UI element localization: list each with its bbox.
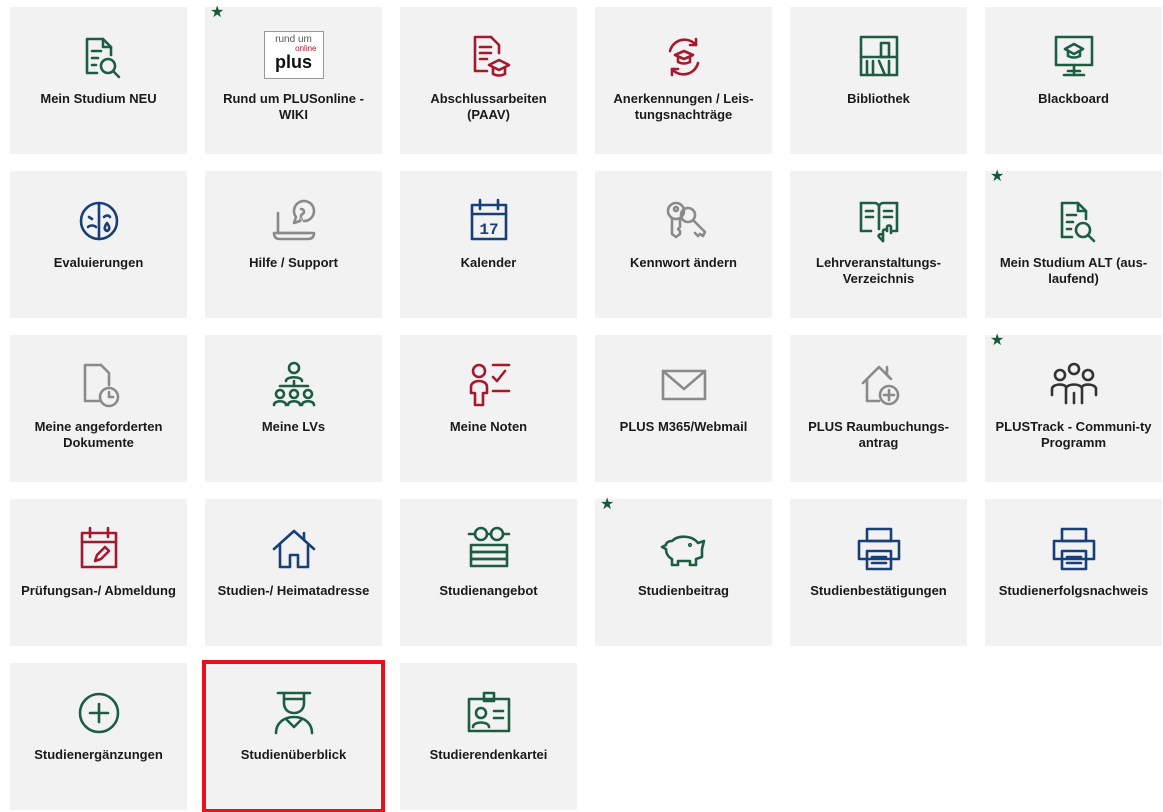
tile-meine-lvs[interactable]: Meine LVs (205, 335, 382, 482)
favorite-star-icon[interactable]: ★ (210, 5, 224, 21)
exam-calendar-icon (73, 523, 125, 575)
printer-icon (853, 523, 905, 575)
tile-studienerfolgsnachweis[interactable]: Studienerfolgsnachweis (985, 499, 1162, 646)
tile-label: Meine angeforderten Dokumente (34, 419, 163, 450)
tile-label: Blackboard (1038, 91, 1109, 106)
grades-checklist-icon (463, 359, 515, 411)
tile-studien-heimatadresse[interactable]: Studien-/ Heimatadresse (205, 499, 382, 646)
tile-label: Bibliothek (847, 91, 910, 106)
tile-anerkennungen[interactable]: Anerkennungen / Leis-tungsnachträge (595, 7, 772, 154)
tile-plus-m365-webmail[interactable]: PLUS M365/Webmail (595, 335, 772, 482)
keys-icon (658, 195, 710, 247)
tile-label: Rund um PLUSonline - WIKI (223, 91, 364, 122)
tile-label: Studierendenkartei (429, 747, 548, 762)
piggy-bank-icon (658, 523, 710, 575)
tile-abschlussarbeiten[interactable]: Abschlussarbeiten (PAAV) (400, 7, 577, 154)
tile-label: Studienbestätigungen (810, 583, 947, 598)
help-support-icon (268, 195, 320, 247)
tile-label: Studienangebot (439, 583, 538, 598)
tile-label: PLUS Raumbuchungs-antrag (808, 419, 949, 450)
tile-label: Lehrveranstaltungs-Verzeichnis (816, 255, 941, 286)
tile-label: Anerkennungen / Leis-tungsnachträge (613, 91, 754, 122)
tile-label: Mein Studium NEU (40, 91, 157, 106)
tile-lehrveranstaltungs-verzeichnis[interactable]: Lehrveranstaltungs-Verzeichnis (790, 171, 967, 318)
svg-text:17: 17 (479, 221, 498, 239)
plus-circle-icon (73, 687, 125, 739)
tile-label: Kalender (460, 255, 517, 270)
evaluation-faces-icon (73, 195, 125, 247)
tile-studienueberblick[interactable]: Studienüberblick (202, 660, 385, 812)
tile-label: Prüfungsan-/ Abmeldung (21, 583, 176, 598)
id-card-icon (463, 687, 515, 739)
tile-evaluierungen[interactable]: Evaluierungen (10, 171, 187, 318)
recognition-cycle-icon (658, 31, 710, 83)
library-icon (853, 31, 905, 83)
tile-studienbestaetigungen[interactable]: Studienbestätigungen (790, 499, 967, 646)
community-icon (1048, 359, 1100, 411)
tile-label: PLUS M365/Webmail (619, 419, 748, 434)
mail-icon (658, 359, 710, 411)
tile-pruefungsan-abmeldung[interactable]: Prüfungsan-/ Abmeldung (10, 499, 187, 646)
tile-meine-noten[interactable]: Meine Noten (400, 335, 577, 482)
tile-label: Kennwort ändern (630, 255, 737, 270)
tile-studienangebot[interactable]: Studienangebot (400, 499, 577, 646)
room-booking-icon (853, 359, 905, 411)
tile-label: Meine Noten (449, 419, 528, 434)
document-search-icon (1048, 195, 1100, 247)
book-touch-icon (853, 195, 905, 247)
tile-plustrack-community[interactable]: ★ PLUSTrack - Communi-ty Programm (985, 333, 1162, 482)
home-icon (268, 523, 320, 575)
tile-label: Mein Studium ALT (aus-laufend) (999, 255, 1148, 286)
calendar-icon: 17 (463, 195, 515, 247)
tile-label: PLUSTrack - Communi-ty Programm (995, 419, 1152, 450)
tile-studienergaenzungen[interactable]: Studienergänzungen (10, 663, 187, 810)
favorite-star-icon[interactable]: ★ (990, 169, 1004, 185)
books-glasses-icon (463, 523, 515, 575)
tile-mein-studium-alt[interactable]: ★ Mein Studium ALT (aus-laufend) (985, 169, 1162, 318)
hierarchy-people-icon (268, 359, 320, 411)
tile-label: Meine LVs (261, 419, 326, 434)
tile-blackboard[interactable]: Blackboard (985, 7, 1162, 154)
tile-rund-um-plusonline-wiki[interactable]: ★ rund um online plus Rund um PLUSonline… (205, 5, 382, 154)
tile-mein-studium-neu[interactable]: Mein Studium NEU (10, 7, 187, 154)
tile-label: Evaluierungen (53, 255, 144, 270)
thesis-graduation-icon (463, 31, 515, 83)
tile-kalender[interactable]: 17 Kalender (400, 171, 577, 318)
tile-plus-raumbuchungsantrag[interactable]: PLUS Raumbuchungs-antrag (790, 335, 967, 482)
tile-label: Studienerfolgsnachweis (998, 583, 1149, 598)
tile-hilfe-support[interactable]: Hilfe / Support (205, 171, 382, 318)
tile-label: Studien-/ Heimatadresse (217, 583, 370, 598)
tile-bibliothek[interactable]: Bibliothek (790, 7, 967, 154)
document-search-icon (73, 31, 125, 83)
tile-label: Abschlussarbeiten (PAAV) (430, 91, 547, 122)
tile-label: Hilfe / Support (249, 255, 338, 270)
tile-label: Studienüberblick (240, 747, 347, 762)
graduate-person-icon (268, 687, 320, 739)
tile-studierendenkartei[interactable]: Studierendenkartei (400, 663, 577, 810)
document-clock-icon (73, 359, 125, 411)
tile-studienbeitrag[interactable]: ★ Studienbeitrag (595, 497, 772, 646)
tile-label: Studienbeitrag (637, 583, 729, 598)
blackboard-icon (1048, 31, 1100, 83)
plus-online-logo: rund um online plus (263, 31, 324, 79)
tile-kennwort-aendern[interactable]: Kennwort ändern (595, 171, 772, 318)
printer-icon (1048, 523, 1100, 575)
tile-label: Studienergänzungen (34, 747, 163, 762)
tile-meine-angeforderten-dokumente[interactable]: Meine angeforderten Dokumente (10, 335, 187, 482)
favorite-star-icon[interactable]: ★ (600, 497, 614, 513)
favorite-star-icon[interactable]: ★ (990, 333, 1004, 349)
